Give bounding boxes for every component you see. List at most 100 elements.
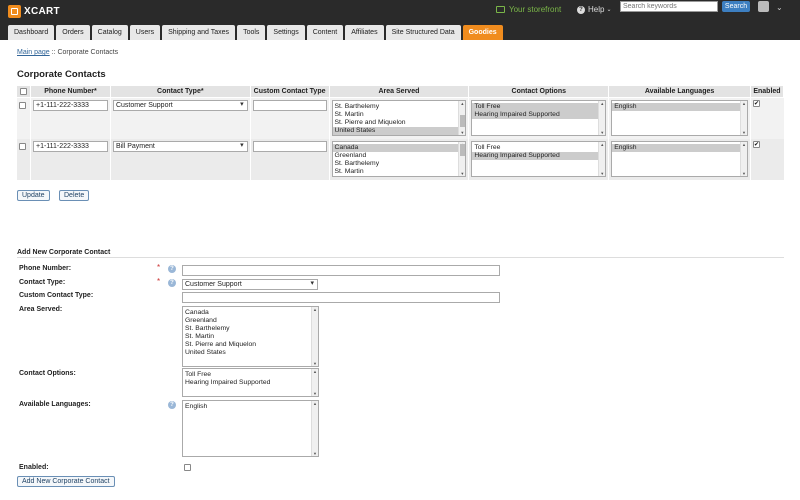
- area-served-list[interactable]: St. Barthelemy St. Martin St. Pierre and M…: [331, 100, 467, 136]
- list-option[interactable]: Greenland: [183, 317, 318, 325]
- area-served-list[interactable]: Canada Greenland St. Barthelemy St. Martin: [331, 140, 467, 177]
- scrollbar[interactable]: [458, 101, 466, 135]
- breadcrumb: Main page :: Corporate Contacts: [17, 49, 118, 56]
- header-contact-options[interactable]: Contact Options: [468, 85, 610, 98]
- list-option[interactable]: Hearing Impaired Supported: [183, 379, 318, 387]
- list-option[interactable]: St. Martin: [183, 333, 318, 341]
- nav-tab-settings[interactable]: Settings: [267, 25, 305, 40]
- search-button[interactable]: Search: [722, 1, 750, 12]
- list-option[interactable]: St. Martin: [333, 111, 466, 119]
- phone-input[interactable]: +1-111-222-3333: [32, 100, 108, 111]
- contact-options-list[interactable]: Toll Free Hearing Impaired Supported: [471, 140, 607, 177]
- header-phone[interactable]: Phone Number*: [29, 85, 111, 98]
- header-type[interactable]: Contact Type*: [109, 85, 251, 98]
- list-option[interactable]: St. Martin: [333, 168, 466, 176]
- delete-button[interactable]: Delete: [59, 190, 90, 201]
- table-row: +1-111-222-3333 Customer Support St. Barth…: [16, 97, 784, 139]
- enabled-checkbox[interactable]: [752, 100, 760, 107]
- nav-tab-orders[interactable]: Orders: [56, 25, 90, 40]
- search-input[interactable]: [620, 1, 718, 12]
- add-contact-button[interactable]: Add New Corporate Contact: [17, 476, 115, 487]
- row-select-checkbox[interactable]: [19, 142, 26, 150]
- list-option[interactable]: English: [612, 103, 747, 111]
- select-all-checkbox[interactable]: [19, 87, 27, 95]
- list-option[interactable]: St. Pierre and Miquelon: [333, 119, 466, 127]
- contact-type-select[interactable]: Bill Payment: [112, 140, 248, 152]
- area-served-list[interactable]: Canada Greenland St. Barthelemy St. Martin S…: [182, 306, 319, 367]
- scrollbar[interactable]: [739, 101, 747, 135]
- custom-type-input[interactable]: [252, 100, 327, 111]
- nav-tab-affiliates[interactable]: Affiliates: [345, 25, 384, 40]
- help-hint-icon[interactable]: ?: [168, 401, 176, 409]
- languages-list[interactable]: English: [611, 140, 748, 177]
- contact-type-select[interactable]: Customer Support: [182, 279, 318, 290]
- list-option[interactable]: Toll Free: [183, 371, 318, 379]
- languages-list[interactable]: English: [611, 100, 748, 136]
- header-languages[interactable]: Available Languages: [608, 85, 751, 98]
- list-option[interactable]: St. Pierre and Miquelon: [183, 341, 318, 349]
- list-option[interactable]: St. Barthelemy: [183, 325, 318, 333]
- help-menu[interactable]: ? Help ⌄: [577, 5, 611, 14]
- list-option[interactable]: United States: [183, 349, 318, 357]
- list-option[interactable]: St. Barthelemy: [333, 160, 466, 168]
- list-option[interactable]: Canada: [183, 309, 318, 317]
- breadcrumb-home-link[interactable]: Main page: [17, 49, 50, 56]
- help-hint-icon[interactable]: ?: [168, 279, 176, 287]
- header-custom-type[interactable]: Custom Contact Type: [249, 85, 330, 98]
- phone-input[interactable]: +1-111-222-3333: [32, 140, 108, 152]
- list-option[interactable]: Canada: [332, 143, 466, 152]
- custom-type-label: Custom Contact Type:: [19, 292, 94, 299]
- list-option[interactable]: Hearing Impaired Supported: [472, 151, 606, 160]
- list-option[interactable]: St. Barthelemy: [333, 103, 466, 111]
- list-option[interactable]: United States: [332, 127, 466, 135]
- contact-options-list[interactable]: Toll Free Hearing Impaired Supported: [182, 368, 319, 397]
- custom-type-input[interactable]: [182, 292, 500, 303]
- nav-tab-tools[interactable]: Tools: [237, 25, 266, 40]
- contact-options-list[interactable]: Toll Free Hearing Impaired Supported: [471, 100, 607, 136]
- nav-tab-site-structured-data[interactable]: Site Structured Data: [385, 25, 461, 40]
- enabled-checkbox[interactable]: [184, 464, 191, 471]
- chevron-down-icon: ⌄: [606, 7, 612, 13]
- list-option[interactable]: Hearing Impaired Supported: [472, 111, 606, 119]
- scrollbar[interactable]: [598, 101, 606, 135]
- update-button[interactable]: Update: [17, 190, 50, 201]
- phone-input[interactable]: [182, 265, 500, 276]
- user-menu-chevron-icon[interactable]: ⌄: [776, 3, 783, 12]
- nav-tab-catalog[interactable]: Catalog: [91, 25, 128, 40]
- area-served-label: Area Served:: [19, 306, 63, 313]
- scrollbar-thumb[interactable]: [460, 115, 466, 127]
- top-bar: XCART Your storefront ? Help ⌄ Search ⌄ …: [0, 0, 800, 40]
- list-option[interactable]: Toll Free: [472, 103, 606, 111]
- header-area-served[interactable]: Area Served: [328, 85, 470, 98]
- monitor-icon: [496, 6, 505, 13]
- scrollbar[interactable]: [739, 141, 747, 176]
- custom-type-input[interactable]: [252, 140, 327, 152]
- scrollbar[interactable]: [311, 369, 318, 396]
- scrollbar[interactable]: [311, 307, 318, 366]
- enabled-checkbox[interactable]: [752, 140, 760, 148]
- header-enabled[interactable]: Enabled: [749, 85, 785, 98]
- nav-tab-dashboard[interactable]: Dashboard: [8, 25, 55, 40]
- avatar[interactable]: [758, 1, 769, 12]
- nav-tab-users[interactable]: Users: [129, 25, 161, 40]
- nav-tab-goodies[interactable]: Goodies: [462, 25, 503, 40]
- select-all-header: [16, 85, 31, 98]
- contact-type-select[interactable]: Customer Support: [112, 100, 248, 111]
- scrollbar[interactable]: [598, 141, 606, 176]
- scrollbar[interactable]: [311, 401, 318, 456]
- nav-tab-shipping-and-taxes[interactable]: Shipping and Taxes: [162, 25, 236, 40]
- main-nav: Dashboard Orders Catalog Users Shipping and …: [8, 25, 505, 40]
- storefront-link[interactable]: Your storefront: [496, 5, 561, 14]
- list-option[interactable]: English: [183, 403, 318, 411]
- scrollbar-thumb[interactable]: [460, 143, 466, 156]
- list-option[interactable]: Greenland: [333, 152, 466, 160]
- list-option[interactable]: English: [612, 143, 747, 152]
- xcart-logo[interactable]: XCART: [8, 3, 60, 19]
- row-select-checkbox[interactable]: [19, 102, 26, 109]
- xcart-logo-icon: [8, 4, 21, 18]
- scrollbar[interactable]: [458, 141, 466, 176]
- nav-tab-content[interactable]: Content: [306, 25, 344, 40]
- help-hint-icon[interactable]: ?: [168, 265, 176, 273]
- languages-list[interactable]: English: [182, 400, 319, 457]
- list-option[interactable]: Toll Free: [472, 144, 605, 152]
